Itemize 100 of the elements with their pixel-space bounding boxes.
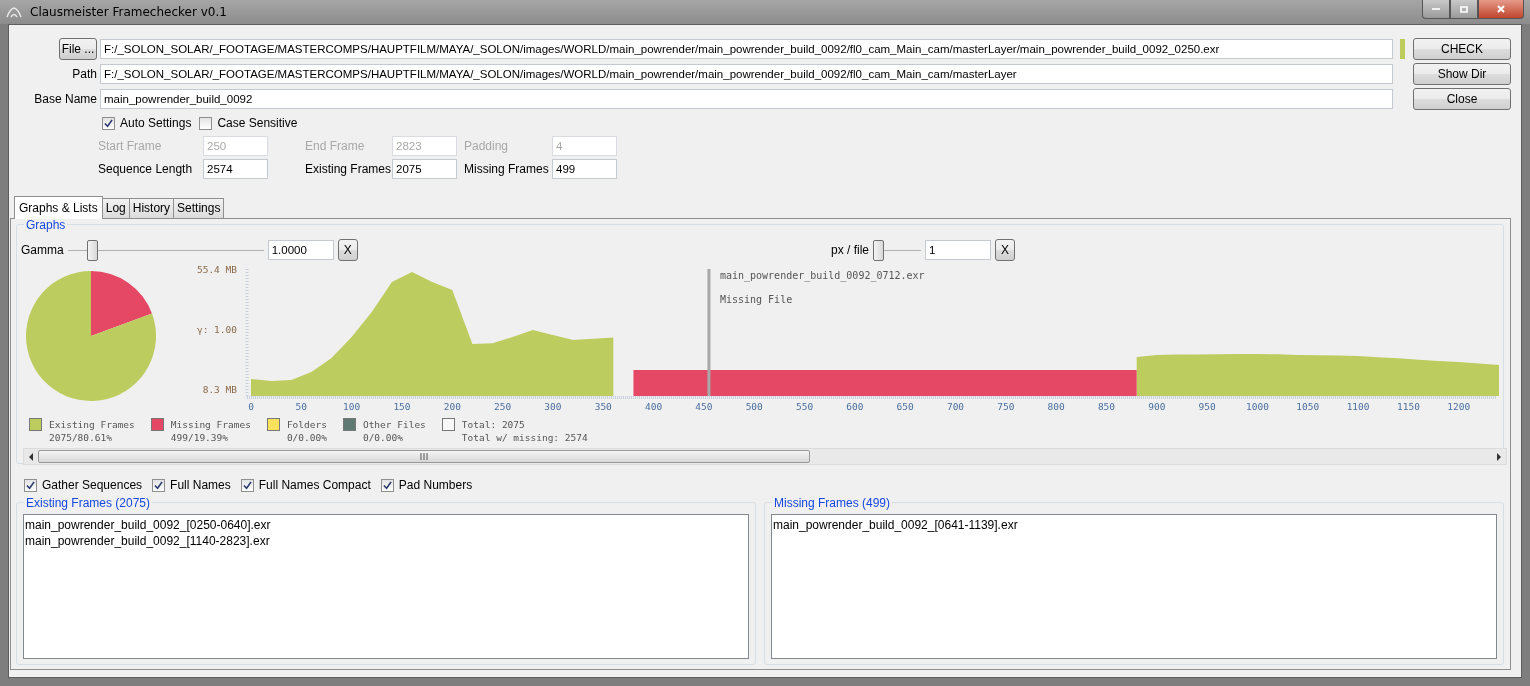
legend-text: Other Files: [362, 418, 426, 431]
action-button[interactable]: CHECK: [1413, 38, 1511, 60]
x-tick-label: 500: [745, 401, 763, 412]
legend-text: 0/0.00%: [286, 431, 327, 444]
x-tick-label: 0: [248, 401, 254, 412]
minimize-button[interactable]: [1422, 0, 1450, 19]
field-label: End Frame: [305, 139, 366, 153]
x-tick-label: 1200: [1447, 401, 1471, 412]
legend-text: Folders: [286, 418, 327, 431]
tab[interactable]: History: [128, 198, 175, 218]
x-tick-label: 600: [846, 401, 864, 412]
tab[interactable]: Settings: [173, 198, 225, 218]
close-icon: [1497, 5, 1505, 13]
value-field[interactable]: 1.0000: [267, 240, 334, 260]
checkbox-label[interactable]: Case Sensitive: [217, 116, 298, 130]
x-tick-label: 400: [645, 401, 663, 412]
x-tick-label: 150: [393, 401, 411, 412]
list-item[interactable]: main_powrender_build_0092_[1140-2823].exr: [25, 533, 747, 549]
checkbox[interactable]: [380, 478, 394, 492]
list-item[interactable]: main_powrender_build_0092_[0250-0640].exr: [25, 517, 747, 533]
legend-text: Existing Frames: [49, 418, 135, 431]
list-box[interactable]: main_powrender_build_0092_[0641-1139].exr: [771, 514, 1497, 659]
legend-text: 0/0.00%: [362, 431, 404, 444]
x-tick-label: 850: [1097, 401, 1116, 412]
slider-label: px / file: [831, 243, 869, 257]
grip-icon: [420, 453, 428, 460]
legend-text: 2075/80.61%: [49, 431, 113, 444]
hover-text: Missing File: [719, 293, 794, 306]
list-item[interactable]: main_powrender_build_0092_[0641-1139].exr: [773, 517, 1495, 533]
action-button[interactable]: Show Dir: [1413, 63, 1511, 85]
checkbox[interactable]: [102, 116, 115, 130]
legend-text: 499/19.39%: [170, 431, 229, 444]
action-button[interactable]: Close: [1413, 88, 1511, 110]
y-tick-label: 55.4 MB: [196, 264, 237, 275]
legend-text: Total w/ missing: 2574: [461, 431, 588, 444]
maximize-icon: [1460, 5, 1468, 13]
x-tick-label: 50: [295, 401, 308, 412]
slider-label: Gamma: [21, 243, 64, 257]
x-tick-label: 900: [1148, 401, 1166, 412]
field-label: Path: [72, 67, 97, 81]
text-field[interactable]: main_powrender_build_0092: [100, 89, 1393, 109]
x-tick-label: 650: [896, 401, 914, 412]
close-button[interactable]: [1478, 0, 1524, 19]
x-tick-label: 700: [946, 401, 965, 412]
number-field[interactable]: 2574: [203, 159, 268, 179]
y-tick-label: 8.3 MB: [202, 384, 237, 395]
field-label: Missing Frames: [464, 162, 550, 176]
x-tick-label: 450: [695, 401, 713, 412]
checkbox-label[interactable]: Pad Numbers: [398, 478, 473, 492]
tab[interactable]: Log: [101, 198, 130, 218]
list-box[interactable]: main_powrender_build_0092_[0250-0640].exr main_powrender_build_0092_[1140-2823].exr: [23, 514, 749, 659]
x-tick-label: 800: [1047, 401, 1065, 412]
checkbox-label[interactable]: Full Names Compact: [258, 478, 371, 492]
field-label: Sequence Length: [98, 162, 194, 176]
checkbox[interactable]: [199, 116, 213, 130]
x-tick-label: 1100: [1346, 401, 1370, 412]
slider-thumb[interactable]: [87, 239, 99, 261]
field-label: Base Name: [34, 92, 97, 106]
tab[interactable]: Graphs & Lists: [14, 196, 103, 219]
window-title: Clausmeister Framechecker v0.1: [30, 5, 228, 19]
x-tick-label: 1150: [1396, 401, 1420, 412]
legend-text: Total: 2075: [461, 418, 526, 431]
x-tick-label: 750: [997, 401, 1015, 412]
file-button[interactable]: File ...: [59, 38, 97, 60]
x-tick-label: 300: [544, 401, 562, 412]
horizontal-scrollbar[interactable]: [23, 448, 1507, 465]
gamma-label: γ: 1.00: [196, 324, 237, 335]
app-icon: [6, 6, 22, 18]
checkbox[interactable]: [152, 478, 166, 492]
x-tick-label: 550: [795, 401, 814, 412]
x-tick-label: 350: [594, 401, 612, 412]
field-label: Existing Frames: [305, 162, 392, 176]
checkbox-label[interactable]: Gather Sequences: [42, 478, 143, 492]
number-field[interactable]: 2075: [392, 159, 457, 179]
hover-text: main_powrender_build_0092_0712.exr: [719, 269, 925, 282]
slider-thumb[interactable]: [873, 239, 884, 261]
x-tick-label: 200: [443, 401, 461, 412]
maximize-button[interactable]: [1450, 0, 1478, 19]
checkbox[interactable]: [240, 478, 254, 492]
field-label: Padding: [464, 139, 510, 153]
checkbox[interactable]: [24, 478, 37, 492]
checkbox-label[interactable]: Auto Settings: [120, 116, 192, 130]
x-tick-label: 950: [1198, 401, 1216, 412]
number-field: 250: [203, 136, 268, 156]
number-field: 4: [552, 136, 617, 156]
value-field[interactable]: 1: [925, 240, 991, 260]
group-title: Missing Frames (499): [772, 496, 893, 510]
text-field[interactable]: F:/_SOLON_SOLAR/_FOOTAGE/MASTERCOMPS/HAUPTFILM/MAYA/_SOLON/images/WORLD/main_powrender/main_powrender_build_0092/fl0_cam_Main_cam/masterLayer/main_powrender_build_0092_0250.exr: [100, 39, 1393, 59]
checkbox-label[interactable]: Full Names: [170, 478, 231, 492]
legend-text: Missing Frames: [170, 418, 251, 431]
x-tick-label: 100: [343, 401, 361, 412]
x-tick-label: 1050: [1296, 401, 1320, 412]
text-field[interactable]: F:/_SOLON_SOLAR/_FOOTAGE/MASTERCOMPS/HAUPTFILM/MAYA/_SOLON/images/WORLD/main_powrender/main_powrender_build_0092/fl0_cam_Main_cam/masterLayer: [100, 64, 1393, 84]
group-title: Existing Frames (2075): [24, 496, 153, 510]
number-field[interactable]: 499: [552, 159, 617, 179]
reset-button[interactable]: X: [995, 239, 1015, 261]
scroll-thumb[interactable]: [38, 450, 810, 463]
minimize-icon: [1432, 8, 1440, 10]
reset-button[interactable]: X: [337, 239, 358, 261]
status-indicator: [1400, 39, 1405, 59]
